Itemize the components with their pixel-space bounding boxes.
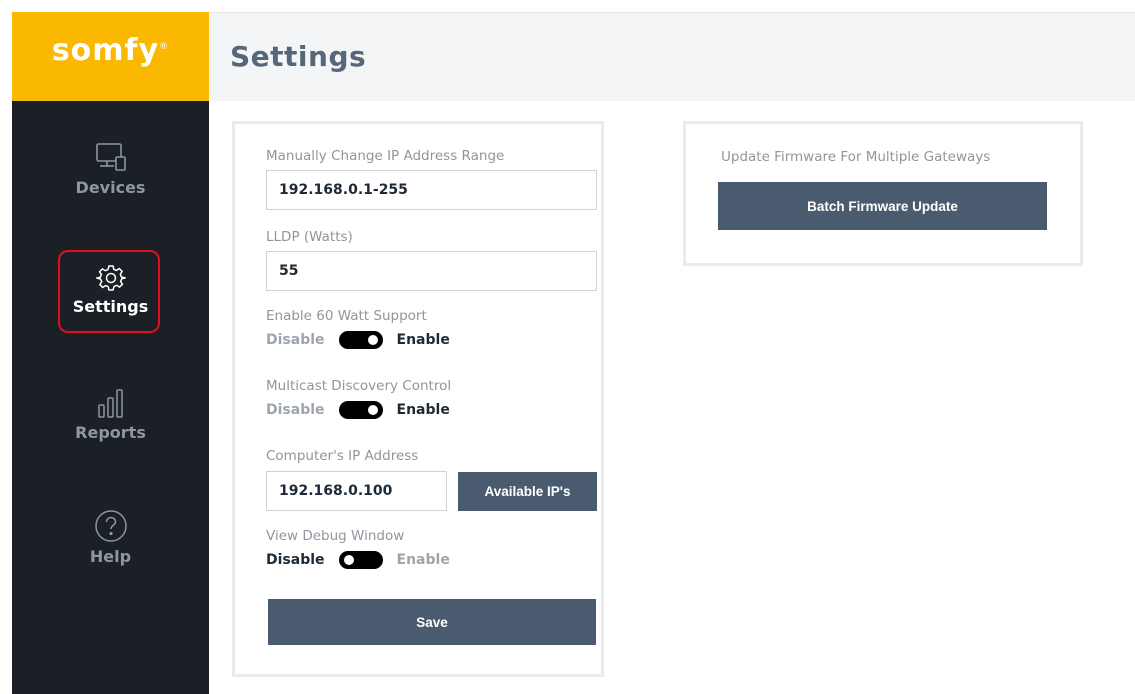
multicast-disable-label: Disable — [266, 402, 325, 418]
main-content: Manually Change IP Address Range 192.168… — [209, 101, 1135, 694]
firmware-card: Update Firmware For Multiple Gateways Ba… — [683, 121, 1083, 266]
watt60-toggle[interactable] — [338, 331, 383, 349]
toggle-knob — [343, 555, 354, 565]
app-window: somfy® Devices Settings Reports Help Set… — [0, 0, 1135, 694]
sidebar-item-reports[interactable]: Reports — [12, 387, 209, 442]
multicast-label: Multicast Discovery Control — [266, 378, 452, 394]
computer-ip-input[interactable]: 192.168.0.100 — [266, 471, 447, 511]
watt60-toggle-row: Disable Enable — [266, 331, 450, 349]
debug-enable-label: Enable — [396, 552, 450, 568]
page-title: Settings — [230, 40, 367, 73]
watt60-disable-label: Disable — [266, 332, 325, 348]
multicast-enable-label: Enable — [396, 402, 450, 418]
computer-ip-label: Computer's IP Address — [266, 448, 419, 464]
help-circle-icon — [94, 510, 127, 542]
sidebar-item-devices[interactable]: Devices — [12, 140, 209, 197]
debug-toggle[interactable] — [338, 551, 383, 569]
somfy-logo: somfy® — [51, 33, 170, 68]
debug-disable-label: Disable — [266, 552, 325, 568]
batch-firmware-update-button[interactable]: Batch Firmware Update — [718, 182, 1047, 230]
lldp-input[interactable]: 55 — [266, 251, 597, 291]
toggle-knob — [367, 405, 378, 415]
bar-chart-icon — [97, 389, 123, 418]
toggle-knob — [367, 335, 378, 345]
firmware-label: Update Firmware For Multiple Gateways — [721, 149, 991, 165]
watt60-enable-label: Enable — [396, 332, 450, 348]
monitor-icon — [95, 143, 126, 171]
ip-range-label: Manually Change IP Address Range — [266, 148, 505, 164]
debug-toggle-row: Disable Enable — [266, 551, 450, 569]
watt60-label: Enable 60 Watt Support — [266, 308, 427, 324]
multicast-toggle-row: Disable Enable — [266, 401, 450, 419]
active-item-highlight — [58, 250, 160, 333]
ip-range-input[interactable]: 192.168.0.1-255 — [266, 170, 597, 210]
sidebar-item-help[interactable]: Help — [12, 509, 209, 566]
save-button[interactable]: Save — [268, 599, 596, 645]
header: Settings — [209, 12, 1135, 101]
sidebar-item-label: Devices — [75, 178, 146, 197]
sidebar-item-label: Reports — [75, 423, 146, 442]
available-ips-button[interactable]: Available IP's — [458, 472, 597, 511]
sidebar: somfy® Devices Settings Reports Help — [12, 12, 209, 694]
lldp-label: LLDP (Watts) — [266, 229, 353, 245]
logo-area: somfy® — [12, 12, 209, 101]
sidebar-item-label: Help — [89, 547, 132, 566]
debug-label: View Debug Window — [266, 528, 405, 544]
multicast-toggle[interactable] — [338, 401, 383, 419]
settings-card: Manually Change IP Address Range 192.168… — [232, 121, 604, 677]
